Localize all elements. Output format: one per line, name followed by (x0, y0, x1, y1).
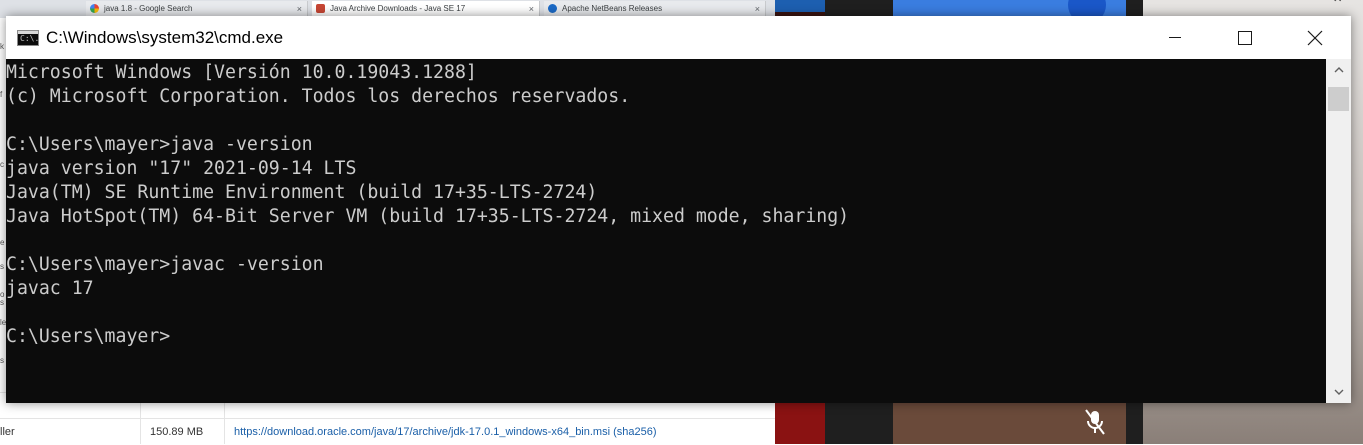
side-letter: s (0, 262, 4, 271)
console-line: Java HotSpot(TM) 64-Bit Server VM (build… (6, 206, 850, 227)
title-bar[interactable]: C:\. C:\Windows\system32\cmd.exe (6, 16, 1351, 59)
browser-tab-google[interactable]: java 1.8 - Google Search × (86, 1, 308, 17)
cmd-icon[interactable]: C:\. (17, 30, 39, 46)
chevron-up-icon[interactable]: ⌃ (1331, 0, 1344, 14)
oracle-icon (316, 4, 325, 13)
side-letter: e (0, 238, 5, 247)
browser-tab-netbeans[interactable]: Apache NetBeans Releases × (544, 1, 766, 17)
side-letter: c (0, 160, 4, 169)
close-tab-icon[interactable]: × (297, 1, 302, 17)
browser-tab-label: Apache NetBeans Releases (562, 4, 663, 13)
cmd-icon-glyph: C:\. (20, 34, 40, 43)
command-prompt[interactable]: C:\Users\mayer> (6, 325, 170, 349)
side-letter: k (0, 42, 4, 51)
vertical-scrollbar[interactable] (1326, 59, 1351, 403)
column-divider (140, 400, 141, 444)
column-divider (224, 400, 225, 444)
mic-off-icon[interactable] (1083, 408, 1107, 436)
console-line: Microsoft Windows [Versión 10.0.19043.12… (6, 62, 477, 83)
close-icon (1307, 30, 1323, 45)
cmd-window[interactable]: C:\. C:\Windows\system32\cmd.exe Microso… (6, 16, 1351, 403)
console-line: C:\Users\mayer>java -version (6, 134, 313, 155)
maximize-icon (1238, 30, 1252, 45)
console-line: java version "17" 2021-09-14 LTS (6, 158, 357, 179)
close-tab-icon[interactable]: × (529, 1, 534, 17)
chevron-up-icon (1334, 67, 1343, 73)
console-line: Java(TM) SE Runtime Environment (build 1… (6, 182, 598, 203)
file-size-cell: 150.89 MB (150, 426, 204, 438)
download-link[interactable]: https://download.oracle.com/java/17/arch… (234, 419, 657, 445)
window-title: C:\Windows\system32\cmd.exe (46, 28, 284, 47)
close-button[interactable] (1280, 16, 1350, 59)
video-strip-bottom (775, 400, 825, 444)
browser-tab-oracle[interactable]: Java Archive Downloads - Java SE 17 × (312, 1, 540, 17)
minimize-button[interactable] (1140, 16, 1210, 59)
scroll-thumb[interactable] (1328, 87, 1349, 111)
side-letter: s (0, 298, 4, 307)
scroll-down-button[interactable] (1326, 381, 1351, 403)
chevron-down-icon (1334, 389, 1343, 395)
product-cell: ller (0, 426, 15, 438)
google-icon (90, 4, 99, 13)
console-line: javac 17 (6, 278, 94, 299)
netbeans-icon (548, 4, 557, 13)
side-letter: f (0, 90, 3, 99)
maximize-button[interactable] (1210, 16, 1280, 59)
minimize-icon (1169, 37, 1181, 38)
close-tab-icon[interactable]: × (755, 1, 760, 17)
console-line: C:\Users\mayer>javac -version (6, 254, 324, 275)
scroll-up-button[interactable] (1326, 59, 1351, 81)
side-letter: s (0, 356, 4, 365)
console-output[interactable]: Microsoft Windows [Versión 10.0.19043.12… (6, 59, 1326, 403)
browser-tab-label: java 1.8 - Google Search (104, 4, 193, 13)
video-strip-top (775, 0, 825, 12)
download-row: ller 150.89 MB https://download.oracle.c… (0, 418, 775, 445)
console-line: (c) Microsoft Corporation. Todos los der… (6, 86, 631, 107)
browser-tab-label: Java Archive Downloads - Java SE 17 (330, 4, 466, 13)
